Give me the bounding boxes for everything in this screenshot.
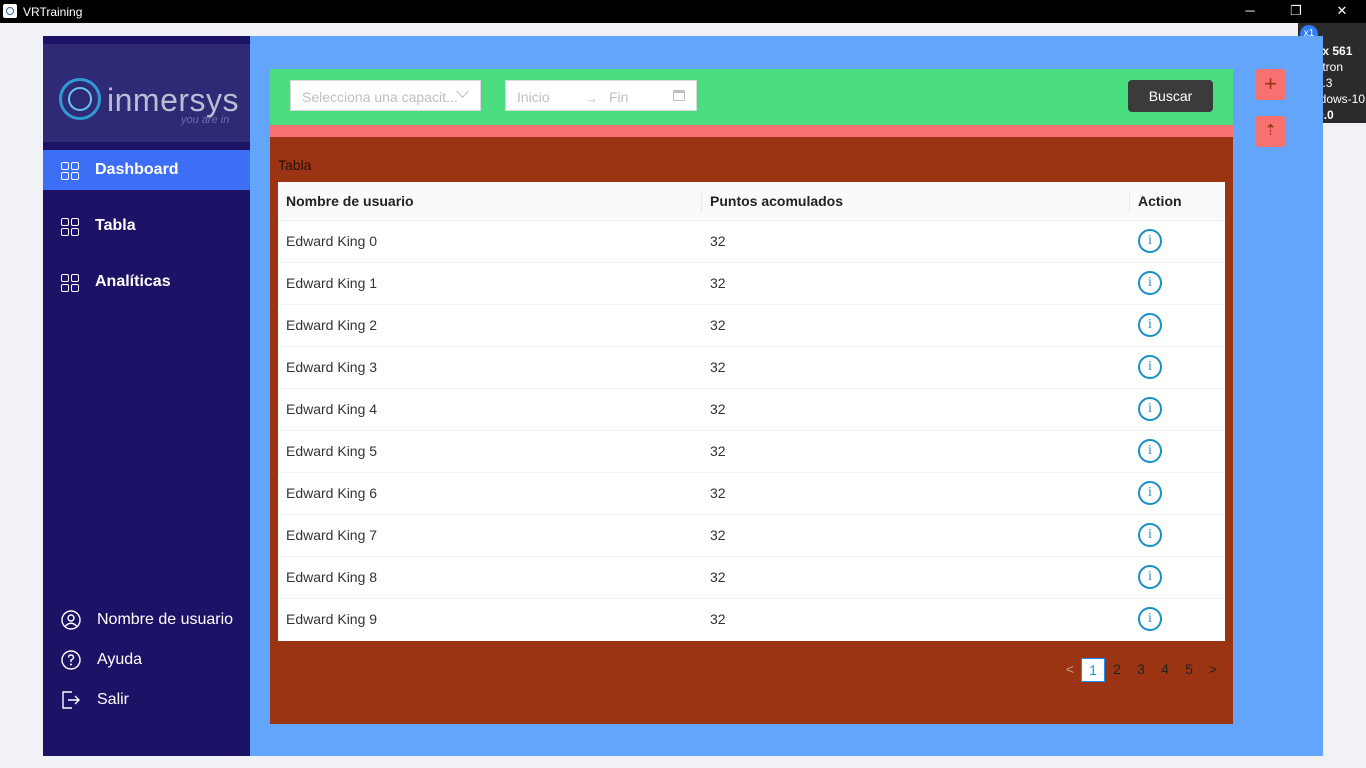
sidebar-item-label: Ayuda: [97, 651, 143, 668]
table-row: Edward King 0 32 i: [278, 220, 1225, 263]
user-points: 32: [710, 275, 726, 291]
info-icon[interactable]: i: [1138, 607, 1162, 631]
column-header-name: Nombre de usuario: [286, 193, 414, 209]
search-button[interactable]: Buscar: [1128, 80, 1213, 112]
sidebar-item-tabla[interactable]: Tabla: [43, 206, 250, 246]
help-icon: [61, 650, 81, 670]
user-points: 32: [710, 359, 726, 375]
sidebar-item-dashboard[interactable]: Dashboard: [43, 150, 250, 190]
user-name: Edward King 4: [286, 401, 378, 417]
user-name: Edward King 0: [286, 233, 378, 249]
sidebar-item-label: Nombre de usuario: [97, 611, 234, 628]
sidebar-item-analiticas[interactable]: Analíticas: [43, 262, 250, 302]
calendar-icon: [673, 90, 685, 101]
info-icon[interactable]: i: [1138, 523, 1162, 547]
window-title: VRTraining: [23, 5, 83, 19]
pagination-page[interactable]: 1: [1081, 658, 1105, 682]
column-header-action: Action: [1138, 193, 1182, 209]
pagination-page[interactable]: 3: [1133, 658, 1149, 682]
sidebar-item-logout[interactable]: Salir: [43, 686, 250, 716]
range-end-input[interactable]: Fin: [609, 89, 628, 105]
logout-icon: [62, 691, 80, 709]
sidebar: inmersys you are in Dashboard Tabla Anal…: [43, 36, 250, 756]
user-points: 32: [710, 611, 726, 627]
training-select[interactable]: Selecciona una capacit...: [290, 80, 481, 111]
minimize-button[interactable]: ─: [1227, 0, 1273, 23]
table-row: Edward King 1 32 i: [278, 262, 1225, 305]
user-name: Edward King 3: [286, 359, 378, 375]
divider-strip: [270, 125, 1233, 137]
table-row: Edward King 5 32 i: [278, 430, 1225, 473]
upload-icon: ⇡: [1264, 122, 1277, 139]
user-name: Edward King 5: [286, 443, 378, 459]
info-icon[interactable]: i: [1138, 271, 1162, 295]
info-icon[interactable]: i: [1138, 313, 1162, 337]
table-row: Edward King 8 32 i: [278, 556, 1225, 599]
window-titlebar: VRTraining ─ ❐ ✕: [0, 0, 1366, 23]
user-name: Edward King 1: [286, 275, 378, 291]
chevron-down-icon: [456, 85, 469, 98]
user-name: Edward King 9: [286, 611, 378, 627]
user-name: Edward King 6: [286, 485, 378, 501]
sidebar-item-label: Analíticas: [95, 273, 171, 290]
logo: inmersys you are in: [43, 44, 250, 142]
pagination-prev[interactable]: <: [1063, 658, 1077, 682]
pagination-page[interactable]: 4: [1157, 658, 1173, 682]
user-name: Edward King 7: [286, 527, 378, 543]
app-icon: [3, 4, 17, 18]
pagination-next[interactable]: >: [1205, 658, 1221, 682]
info-icon[interactable]: i: [1138, 355, 1162, 379]
users-table: Nombre de usuario Puntos acomulados Acti…: [278, 182, 1225, 641]
user-icon: [61, 610, 81, 630]
user-name: Edward King 8: [286, 569, 378, 585]
grid-icon: [61, 274, 79, 292]
table-header: Nombre de usuario Puntos acomulados Acti…: [278, 182, 1225, 221]
training-select-placeholder: Selecciona una capacit...: [302, 89, 458, 105]
range-arrow-icon: →: [585, 91, 598, 106]
info-icon[interactable]: i: [1138, 481, 1162, 505]
add-button[interactable]: +: [1255, 69, 1286, 100]
pagination-page[interactable]: 5: [1181, 658, 1197, 682]
sidebar-item-label: Salir: [97, 691, 130, 708]
pagination-page[interactable]: 2: [1109, 658, 1125, 682]
upload-button[interactable]: ⇡: [1255, 116, 1286, 147]
user-points: 32: [710, 233, 726, 249]
info-icon[interactable]: i: [1138, 439, 1162, 463]
logo-tagline: you are in: [181, 114, 230, 126]
user-points: 32: [710, 401, 726, 417]
table-row: Edward King 9 32 i: [278, 598, 1225, 640]
info-icon[interactable]: i: [1138, 565, 1162, 589]
table-row: Edward King 4 32 i: [278, 388, 1225, 431]
grid-icon: [61, 162, 79, 180]
table-row: Edward King 7 32 i: [278, 514, 1225, 557]
user-name: Edward King 2: [286, 317, 378, 333]
user-points: 32: [710, 569, 726, 585]
logo-mark-icon: [59, 78, 101, 120]
user-points: 32: [710, 485, 726, 501]
table-row: Edward King 2 32 i: [278, 304, 1225, 347]
sidebar-item-label: Tabla: [95, 217, 136, 234]
info-icon[interactable]: i: [1138, 397, 1162, 421]
section-title: Tabla: [278, 157, 312, 173]
restore-button[interactable]: ❐: [1273, 0, 1319, 23]
plus-icon: +: [1264, 71, 1277, 96]
range-start-input[interactable]: Inicio: [517, 89, 550, 105]
date-range-picker[interactable]: Inicio → Fin: [505, 80, 697, 111]
table-row: Edward King 3 32 i: [278, 346, 1225, 389]
user-points: 32: [710, 527, 726, 543]
close-button[interactable]: ✕: [1319, 0, 1365, 23]
sidebar-item-label: Dashboard: [95, 161, 179, 178]
info-icon[interactable]: i: [1138, 229, 1162, 253]
sidebar-item-user[interactable]: Nombre de usuario: [43, 606, 250, 636]
column-header-points: Puntos acomulados: [710, 193, 844, 209]
sidebar-item-help[interactable]: Ayuda: [43, 646, 250, 676]
user-points: 32: [710, 443, 726, 459]
user-points: 32: [710, 317, 726, 333]
grid-icon: [61, 218, 79, 236]
table-row: Edward King 6 32 i: [278, 472, 1225, 515]
